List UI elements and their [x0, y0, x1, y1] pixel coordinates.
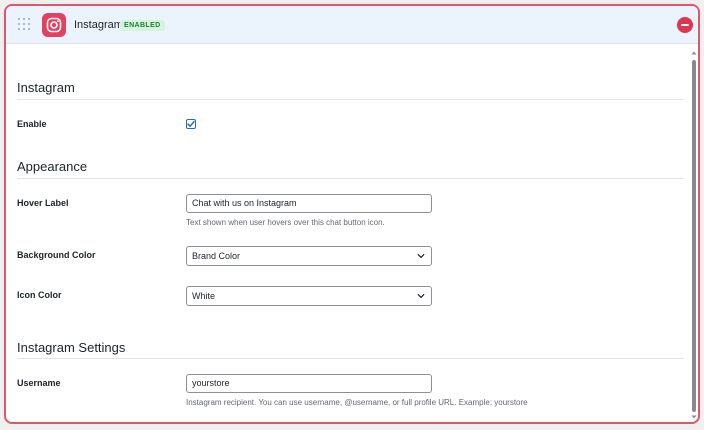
chevron-down-icon [417, 294, 425, 298]
section-title-instagram-settings: Instagram Settings [17, 340, 126, 355]
icon-color-select[interactable]: White [186, 286, 432, 306]
section-divider [17, 99, 684, 100]
enable-label: Enable [17, 119, 47, 129]
drag-handle-icon[interactable] [18, 18, 30, 30]
icon-color-value: White [192, 291, 216, 301]
section-title-appearance: Appearance [17, 159, 88, 174]
background-color-select[interactable]: Brand Color [186, 246, 432, 266]
background-color-label: Background Color [17, 250, 96, 260]
section-divider [17, 178, 684, 179]
remove-button[interactable] [677, 17, 693, 33]
remove-icon [681, 24, 689, 26]
hover-label-label: Hover Label [17, 198, 69, 208]
username-input[interactable]: yourstore [186, 374, 432, 393]
section-title-instagram: Instagram [17, 80, 75, 95]
integration-panel: Instagram ENABLED Instagram Enable Appea… [4, 4, 700, 424]
username-label: Username [17, 378, 61, 388]
panel-header: Instagram ENABLED [6, 6, 698, 44]
scroll-up-icon[interactable] [691, 50, 697, 56]
username-help: Instagram recipient. You can use usernam… [186, 398, 528, 407]
hover-label-input[interactable]: Chat with us on Instagram [186, 194, 432, 213]
scrollbar-thumb[interactable] [692, 60, 696, 412]
enable-checkbox[interactable] [186, 119, 196, 129]
status-badge: ENABLED [120, 20, 165, 31]
section-divider [17, 358, 684, 359]
scroll-down-icon[interactable] [691, 414, 697, 420]
settings-content: Instagram Enable Appearance Hover Label … [6, 45, 686, 422]
instagram-icon [42, 13, 66, 37]
chevron-down-icon [417, 254, 425, 258]
checkmark-icon [187, 120, 195, 127]
panel-title: Instagram [74, 19, 123, 31]
hover-label-help: Text shown when user hovers over this ch… [186, 218, 385, 227]
scrollbar[interactable] [690, 48, 698, 422]
background-color-value: Brand Color [192, 251, 241, 261]
icon-color-label: Icon Color [17, 290, 62, 300]
